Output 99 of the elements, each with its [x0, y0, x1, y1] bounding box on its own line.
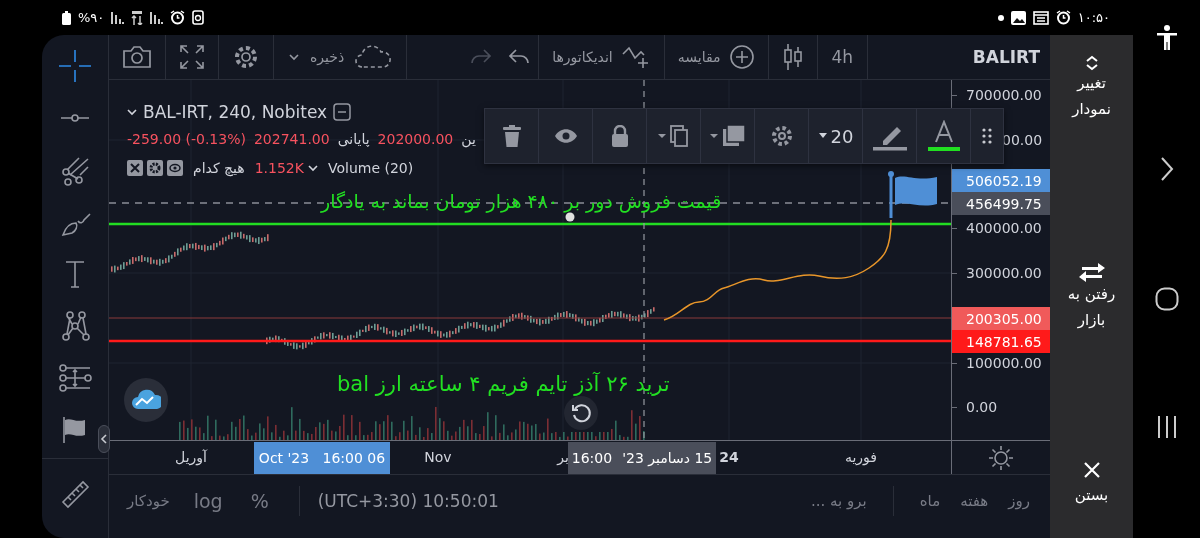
caret-icon — [288, 53, 300, 61]
price-tick: 700000.00 — [966, 87, 1042, 103]
home-icon[interactable] — [1154, 287, 1179, 311]
undo-icon — [508, 48, 531, 66]
layers-icon — [708, 124, 747, 148]
volume-name: Volume (20) — [327, 160, 414, 176]
recent-apps-icon[interactable] — [1155, 416, 1178, 438]
copy-icon — [656, 124, 691, 148]
chevron-right-icon[interactable] — [1159, 156, 1174, 182]
auto-scale-button[interactable]: خودکار — [119, 488, 178, 514]
caret-icon[interactable] — [307, 164, 318, 172]
settings-icon[interactable] — [147, 160, 163, 176]
legend-value: 202741.00 — [253, 131, 330, 147]
accessibility-icon[interactable] — [1155, 25, 1178, 51]
line-icon — [58, 113, 92, 123]
cloud-icon — [354, 44, 393, 70]
text-color-icon — [926, 120, 961, 152]
volume-value: 1.152K — [254, 160, 304, 176]
compare-button[interactable]: مقایسه — [663, 35, 768, 79]
remove-icon[interactable] — [127, 160, 143, 176]
timezone-clock: (UTC+3:30) 10:50:01 — [317, 491, 499, 511]
eye-icon — [553, 128, 578, 144]
settings-icon — [769, 124, 794, 148]
close-icon — [1082, 460, 1101, 479]
range-button[interactable]: ماه — [911, 488, 949, 514]
time-tick: فوریه — [844, 449, 878, 465]
redo-icon — [470, 48, 493, 66]
battery-percent: %۹۰ — [78, 10, 105, 25]
chevron-left-icon — [100, 433, 108, 445]
fullscreen-icon — [179, 44, 205, 70]
interval-button[interactable]: 4h — [816, 35, 868, 79]
cloud-chart-icon — [131, 389, 161, 411]
close-button[interactable]: بستن — [1052, 440, 1131, 538]
price-marker: 506052.19 — [952, 169, 1050, 192]
alarm-icon — [170, 10, 186, 25]
swap-arrows-icon — [1077, 262, 1106, 282]
price-marker: 456499.75 — [952, 192, 1050, 215]
price-tick: 300000.00 — [966, 265, 1042, 281]
time-tick: 24 — [719, 449, 739, 465]
trash-icon — [502, 125, 521, 147]
time-tick: آوریل — [175, 449, 207, 465]
collapse-handle[interactable] — [98, 425, 110, 453]
data-arrows-icon — [131, 10, 144, 25]
calendar-icon — [1032, 10, 1049, 25]
reset-button[interactable] — [564, 396, 598, 430]
log-scale-button[interactable]: log — [181, 486, 235, 516]
price-tick: 400000.00 — [966, 220, 1042, 236]
price-tick: 100000.00 — [966, 355, 1042, 371]
legend-label: ین — [461, 131, 476, 147]
annotation-text[interactable]: ترید ۲۶ آذز تایم فریم ۴ ساعته ارز bal — [337, 372, 670, 396]
time-tick: بر — [557, 449, 569, 465]
sync-icon — [192, 10, 205, 25]
cloud-button[interactable] — [124, 378, 168, 422]
flag-icon — [888, 171, 937, 218]
price-tick: 00.00 — [1002, 132, 1043, 148]
dot-icon — [997, 14, 1004, 21]
caret-icon[interactable] — [127, 108, 137, 116]
price-marker: 148781.65 — [952, 330, 1050, 353]
anchor-handle[interactable] — [565, 212, 575, 222]
chevrons-icon — [1084, 55, 1099, 71]
ma-label: هیچ کدام — [193, 160, 245, 176]
fib-levels-icon — [58, 361, 92, 395]
go-to-market-button[interactable]: رفتن به بازار — [1052, 242, 1131, 333]
signal-icon — [150, 11, 164, 24]
camera-icon — [122, 45, 152, 69]
price-marker: 200305.00 — [952, 307, 1050, 330]
indicator-icon — [620, 44, 651, 70]
symbol-title: BAL-IRT, 240, Nobitex — [143, 102, 328, 122]
caret-icon — [817, 133, 828, 139]
change-chart-button[interactable]: تغییر نمودار — [1052, 35, 1131, 122]
plus-circle-icon — [728, 44, 755, 70]
time-label: Oct '23 16:00 06 — [254, 442, 390, 474]
legend-value: -259.00 (-0.13%) — [127, 131, 246, 147]
sun-icon[interactable] — [988, 444, 1014, 471]
save-button[interactable]: ذخیره — [274, 35, 408, 79]
collapse-icon[interactable] — [333, 103, 352, 121]
percent-scale-button[interactable]: % — [238, 486, 281, 516]
time-tick: Nov — [424, 449, 452, 465]
settings-icon — [232, 43, 260, 71]
battery-icon — [62, 10, 71, 25]
signal-icon — [111, 11, 125, 24]
font-size-button[interactable]: 20 — [809, 109, 863, 163]
crosshair-icon — [58, 49, 92, 83]
candles-icon — [781, 43, 804, 71]
alarm-icon — [1055, 10, 1071, 25]
eye-icon[interactable] — [167, 160, 183, 176]
legend-label: پایانی — [337, 131, 370, 147]
clock: ۱۰:۵۰ — [1077, 10, 1110, 25]
price-tick: 0.00 — [966, 399, 998, 415]
indicators-button[interactable]: اندیکاتورها — [538, 35, 664, 79]
range-button[interactable]: روز — [1000, 488, 1038, 514]
range-button[interactable]: هفته — [952, 488, 997, 514]
drag-dots-icon — [982, 128, 992, 144]
go-to-button[interactable]: برو به ... — [802, 488, 875, 514]
lock-icon — [610, 125, 629, 147]
reset-icon — [570, 402, 592, 424]
legend-value: 202000.00 — [377, 131, 454, 147]
image-icon — [1010, 10, 1026, 25]
annotation-text[interactable]: قیمت فروش دور بر ۴۸۰ هزار تومان بماند به یادگار — [321, 190, 722, 212]
